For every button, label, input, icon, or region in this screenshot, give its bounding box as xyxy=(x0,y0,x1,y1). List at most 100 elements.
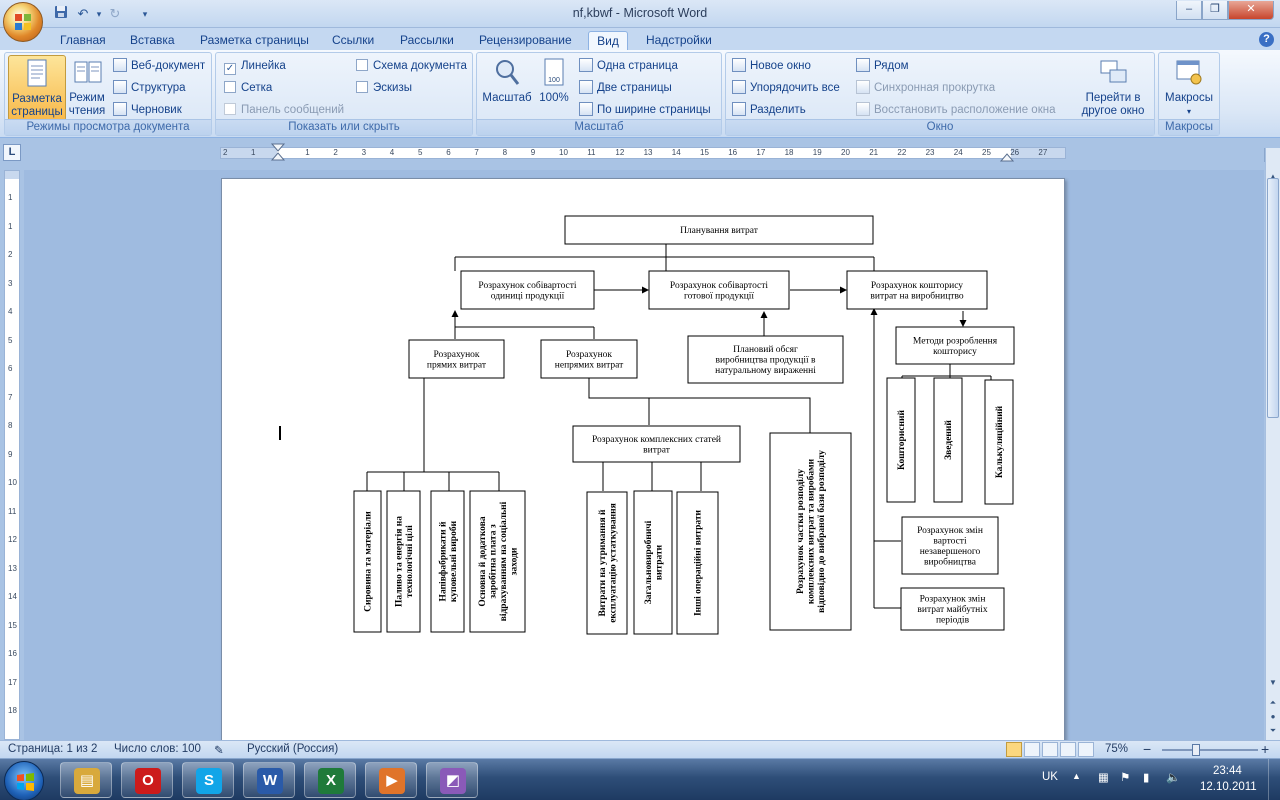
zoom-level[interactable]: 75% xyxy=(1105,743,1128,755)
browse-object-icon[interactable]: ● xyxy=(1267,710,1279,724)
taskbar-app-excel[interactable]: X xyxy=(304,762,356,798)
web-layout-button[interactable]: Веб-документ xyxy=(113,57,205,75)
clock-date[interactable]: 12.10.2011 xyxy=(1200,781,1257,793)
tab-selector-button[interactable]: L xyxy=(3,144,21,161)
zoom-slider-track[interactable] xyxy=(1162,749,1258,751)
prev-page-icon[interactable]: ⏶ xyxy=(1267,696,1279,710)
proofing-icon[interactable]: ✎ xyxy=(214,743,224,757)
group-label: Масштаб xyxy=(477,119,721,135)
new-window-label: Новое окно xyxy=(750,60,811,72)
ruler-tick: 12 xyxy=(615,148,625,157)
connector-line xyxy=(873,540,901,609)
tab-home[interactable]: Главная xyxy=(56,31,110,50)
help-icon[interactable]: ? xyxy=(1259,32,1274,47)
two-pages-button[interactable]: Две страницы xyxy=(579,79,672,97)
draft-button[interactable]: Черновик xyxy=(113,101,182,119)
start-button[interactable] xyxy=(4,761,44,800)
scroll-thumb[interactable] xyxy=(1267,178,1279,418)
one-page-label: Одна страница xyxy=(597,60,678,72)
arrange-all-button[interactable]: Упорядочить все xyxy=(732,79,840,97)
split-button[interactable]: Разделить xyxy=(732,101,806,119)
tray-expand-icon[interactable]: ▲ xyxy=(1072,771,1081,781)
taskbar-app-word[interactable]: W xyxy=(243,762,295,798)
battery-icon[interactable]: ▮ xyxy=(1143,770,1149,784)
new-window-button[interactable]: Новое окно xyxy=(732,57,811,75)
view-web-button[interactable] xyxy=(1042,742,1058,757)
office-button[interactable] xyxy=(3,2,43,42)
minimize-button[interactable]: – xyxy=(1176,1,1202,20)
ruler-tick: 14 xyxy=(8,592,17,601)
taskbar-app-explorer[interactable]: ▤ xyxy=(60,762,112,798)
thumbnails-checkbox[interactable]: Эскизы xyxy=(356,79,412,97)
horizontal-ruler[interactable]: 2 1 1 2 3 4 5 6 7 8 9 10 11 12 13 14 15 16 17 18 19 20 21 22 23 2… xyxy=(220,147,1066,159)
right-indent-marker-icon[interactable] xyxy=(1000,152,1014,162)
indent-marker-icon[interactable] xyxy=(270,142,286,164)
page-width-button[interactable]: По ширине страницы xyxy=(579,101,711,119)
box-semi-finished-text: Напівфабрикати й xyxy=(437,521,448,601)
show-desktop-button[interactable] xyxy=(1268,759,1280,800)
view-reading-button[interactable] xyxy=(1024,742,1040,757)
macros-button[interactable]: Макросы ▾ xyxy=(1161,55,1217,121)
taskbar-app-app[interactable]: ◩ xyxy=(426,762,478,798)
zoom-button[interactable]: Масштаб xyxy=(481,55,533,121)
one-page-button[interactable]: Одна страница xyxy=(579,57,678,75)
box-complex-items-text: Розрахунок комплексних статей xyxy=(592,434,721,445)
tab-review[interactable]: Рецензирование xyxy=(475,31,576,50)
tab-mailings[interactable]: Рассылки xyxy=(396,31,458,50)
view-outline-button[interactable] xyxy=(1060,742,1076,757)
tab-references[interactable]: Ссылки xyxy=(328,31,378,50)
zoom-in-button[interactable]: + xyxy=(1261,741,1269,757)
word-count[interactable]: Число слов: 100 xyxy=(114,743,201,755)
switch-windows-button[interactable]: Перейти в другое окно ▾ xyxy=(1076,55,1152,129)
language-indicator[interactable]: Русский (Россия) xyxy=(247,743,338,755)
tab-addins[interactable]: Надстройки xyxy=(642,31,716,50)
box-estimate-text: витрат на виробництво xyxy=(870,290,963,301)
document-page[interactable]: Планування витрат Розрахунок собівартості… xyxy=(221,178,1065,740)
ruler-tick: 13 xyxy=(643,148,653,157)
view-draft-button[interactable] xyxy=(1078,742,1094,757)
clock-time[interactable]: 23:44 xyxy=(1213,765,1242,777)
vertical-scrollbar[interactable]: ▲ ▼ ⏶ ● ⏷ xyxy=(1265,148,1280,741)
full-reading-button[interactable]: Режим чтения xyxy=(67,55,109,121)
keyboard-language[interactable]: UK xyxy=(1042,771,1058,783)
restore-button[interactable]: ❐ xyxy=(1202,1,1228,20)
gridlines-checkbox[interactable]: Сетка xyxy=(224,79,272,97)
tab-view[interactable]: Вид xyxy=(588,31,628,50)
ruler-tick: 23 xyxy=(925,148,935,157)
vertical-ruler[interactable]: 1 1 2 3 4 5 6 7 8 9 10 11 12 13 14 15 16 17 18 xyxy=(4,170,20,740)
taskbar-app-media[interactable]: ▶ xyxy=(365,762,417,798)
ruler-tick: 9 xyxy=(8,449,13,459)
draft-label: Черновик xyxy=(131,104,182,116)
taskbar-app-skype[interactable]: S xyxy=(182,762,234,798)
box-finished-cost: Розрахунок собівартостіготової продукції xyxy=(648,270,790,310)
message-bar-label: Панель сообщений xyxy=(241,104,345,116)
ruler-tick: 1 xyxy=(8,221,13,231)
flag-icon[interactable]: ⚑ xyxy=(1120,770,1130,784)
outline-button[interactable]: Структура xyxy=(113,79,186,97)
zoom-slider-thumb[interactable] xyxy=(1192,744,1200,756)
print-layout-button[interactable]: Разметка страницы xyxy=(8,55,66,121)
network-icon[interactable]: ▦ xyxy=(1098,770,1109,784)
box-wip-change-text: виробництва xyxy=(924,556,977,567)
taskbar-app-opera[interactable]: O xyxy=(121,762,173,798)
doc-map-checkbox[interactable]: Схема документа xyxy=(356,57,467,75)
document-workspace[interactable]: Планування витрат Розрахунок собівартості… xyxy=(24,170,1264,740)
box-fuel-energy: Паливо та енергія на технологічні цілі xyxy=(386,490,421,633)
outline-label: Структура xyxy=(131,82,186,94)
close-button[interactable]: ✕ xyxy=(1228,1,1274,20)
zoom-100-button[interactable]: 100 100% xyxy=(537,55,571,121)
view-print-layout-button[interactable] xyxy=(1006,742,1022,757)
ruler-checkbox[interactable]: ✓ Линейка xyxy=(224,57,286,75)
ruler-tick: 7 xyxy=(474,148,479,157)
zoom-out-button[interactable]: − xyxy=(1143,741,1151,757)
tab-page-layout[interactable]: Разметка страницы xyxy=(196,31,313,50)
tab-insert[interactable]: Вставка xyxy=(126,31,179,50)
side-by-side-button[interactable]: Рядом xyxy=(856,57,909,75)
scroll-down-arrow-icon[interactable]: ▼ xyxy=(1267,676,1279,690)
next-page-icon[interactable]: ⏷ xyxy=(1267,724,1279,738)
box-plan-volume-text: Плановий обсяг xyxy=(733,344,798,355)
volume-icon[interactable]: 🔈 xyxy=(1166,770,1180,784)
ruler-tick: 1 xyxy=(305,148,310,157)
ruler-tick: 10 xyxy=(8,478,17,487)
page-count[interactable]: Страница: 1 из 2 xyxy=(8,743,97,755)
